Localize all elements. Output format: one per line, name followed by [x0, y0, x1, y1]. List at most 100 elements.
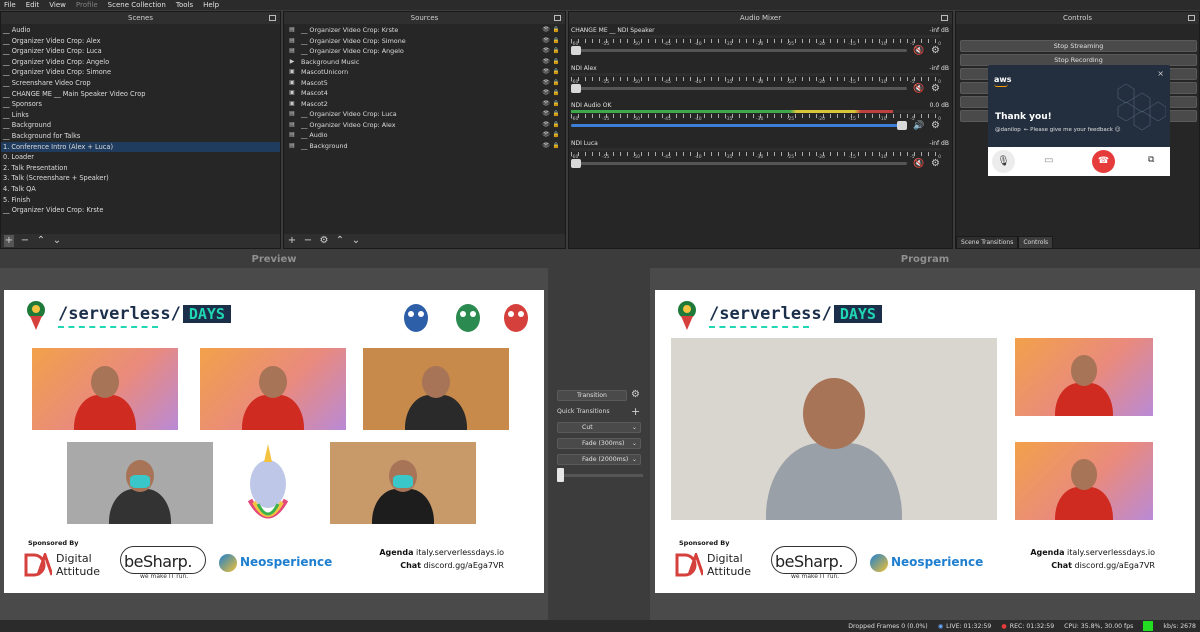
lock-icon[interactable]: 🔒: [551, 130, 561, 141]
volume-slider-handle[interactable]: [571, 158, 581, 168]
scene-item[interactable]: 5. Finish: [1, 195, 280, 206]
source-item[interactable]: ▤ __ Organizer Video Crop: Luca 👁 🔒: [284, 109, 565, 120]
source-item[interactable]: ▤ __ Organizer Video Crop: Simone 👁 🔒: [284, 36, 565, 47]
menu-item-help[interactable]: Help: [203, 0, 219, 10]
source-item[interactable]: ▤ __ Background 👁 🔒: [284, 141, 565, 152]
speaker-icon[interactable]: 🔊: [913, 121, 924, 131]
microphone-icon[interactable]: 🎙: [992, 150, 1015, 173]
remove-scene-icon[interactable]: −: [20, 235, 30, 247]
scene-item[interactable]: __ Background for Talks: [1, 131, 280, 142]
scene-item[interactable]: __ Background: [1, 120, 280, 131]
source-item[interactable]: ▣ Mascot5 👁 🔒: [284, 78, 565, 89]
source-item[interactable]: ▤ __ Organizer Video Crop: Krste 👁 🔒: [284, 25, 565, 36]
scene-item[interactable]: 3. Talk (Screenshare + Speaker): [1, 173, 280, 184]
visibility-eye-icon[interactable]: 👁: [541, 67, 551, 78]
menu-item-edit[interactable]: Edit: [26, 0, 40, 10]
tab-scene-transitions[interactable]: Scene Transitions: [956, 236, 1019, 249]
hang-up-icon[interactable]: ☎: [1092, 150, 1115, 173]
visibility-eye-icon[interactable]: 👁: [541, 88, 551, 99]
remove-source-icon[interactable]: −: [303, 235, 313, 247]
source-item[interactable]: ▣ Mascot2 👁 🔒: [284, 99, 565, 110]
scene-item[interactable]: 1. Conference Intro (Alex + Luca): [1, 141, 280, 153]
gear-icon[interactable]: ⚙: [931, 120, 940, 131]
muted-speaker-icon[interactable]: 🔇: [913, 159, 924, 169]
lock-icon[interactable]: 🔒: [551, 88, 561, 99]
lock-icon[interactable]: 🔒: [551, 141, 561, 152]
gear-icon[interactable]: ⚙: [931, 45, 940, 56]
visibility-eye-icon[interactable]: 👁: [541, 25, 551, 36]
move-down-icon[interactable]: ⌄: [52, 235, 62, 247]
scene-item[interactable]: 4. Talk QA: [1, 184, 280, 195]
undock-icon[interactable]: [269, 15, 276, 21]
lock-icon[interactable]: 🔒: [551, 109, 561, 120]
source-item[interactable]: ▣ MascotUnicorn 👁 🔒: [284, 67, 565, 78]
menu-item-tools[interactable]: Tools: [176, 0, 193, 10]
source-item[interactable]: ▤ __ Organizer Video Crop: Angelo 👁 🔒: [284, 46, 565, 57]
visibility-eye-icon[interactable]: 👁: [541, 36, 551, 47]
visibility-eye-icon[interactable]: 👁: [541, 141, 551, 152]
source-item[interactable]: ▶ Background Music 👁 🔒: [284, 57, 565, 68]
volume-slider[interactable]: [571, 121, 907, 130]
move-up-icon[interactable]: ⌃: [36, 235, 46, 247]
tab-controls[interactable]: Controls: [1018, 236, 1054, 249]
scene-item[interactable]: __ Organizer Video Crop: Luca: [1, 46, 280, 57]
add-transition-icon[interactable]: +: [631, 405, 640, 418]
visibility-eye-icon[interactable]: 👁: [541, 57, 551, 68]
volume-slider[interactable]: [571, 158, 907, 168]
menu-item-profile[interactable]: Profile: [76, 0, 98, 10]
scene-item[interactable]: 0. Loader: [1, 152, 280, 163]
muted-speaker-icon[interactable]: 🔇: [913, 46, 924, 56]
transition-button[interactable]: Transition: [557, 390, 627, 401]
gear-icon[interactable]: ⚙: [931, 83, 940, 94]
source-properties-gear-icon[interactable]: ⚙: [319, 235, 329, 247]
lock-icon[interactable]: 🔒: [551, 46, 561, 57]
scene-item[interactable]: 2. Talk Presentation: [1, 163, 280, 174]
menu-item-scene-collection[interactable]: Scene Collection: [108, 0, 166, 10]
visibility-eye-icon[interactable]: 👁: [541, 120, 551, 131]
lock-icon[interactable]: 🔒: [551, 67, 561, 78]
scene-item[interactable]: __ CHANGE ME __ Main Speaker Video Crop: [1, 89, 280, 100]
source-item[interactable]: ▤ __ Audio 👁 🔒: [284, 130, 565, 141]
menu-item-file[interactable]: File: [4, 0, 16, 10]
gear-icon[interactable]: ⚙: [931, 158, 940, 169]
preview-canvas[interactable]: /serverless/DAYS Sponsored By Digital Attit…: [0, 268, 548, 620]
scene-item[interactable]: __ Sponsors: [1, 99, 280, 110]
volume-slider-handle[interactable]: [897, 121, 907, 130]
close-icon[interactable]: ×: [1157, 69, 1164, 78]
undock-icon[interactable]: [1188, 15, 1195, 21]
quick-transition-0[interactable]: Cut ⌄: [557, 422, 641, 433]
volume-slider-handle[interactable]: [571, 46, 581, 55]
lock-icon[interactable]: 🔒: [551, 120, 561, 131]
volume-slider[interactable]: [571, 46, 907, 55]
scene-item[interactable]: __ Organizer Video Crop: Angelo: [1, 57, 280, 68]
camera-off-icon[interactable]: ▭: [1044, 155, 1053, 166]
share-screen-icon[interactable]: ⧉: [1148, 155, 1154, 165]
lock-icon[interactable]: 🔒: [551, 99, 561, 110]
quick-transition-2[interactable]: Fade (2000ms) ⌄: [557, 454, 641, 465]
source-item[interactable]: ▤ __ Organizer Video Crop: Alex 👁 🔒: [284, 120, 565, 131]
transition-gear-icon[interactable]: ⚙: [631, 389, 640, 400]
lock-icon[interactable]: 🔒: [551, 25, 561, 36]
quick-transition-1[interactable]: Fade (300ms) ⌄: [557, 438, 641, 449]
lock-icon[interactable]: 🔒: [551, 36, 561, 47]
control-button-stop-streaming[interactable]: Stop Streaming: [960, 40, 1197, 52]
visibility-eye-icon[interactable]: 👁: [541, 78, 551, 89]
visibility-eye-icon[interactable]: 👁: [541, 99, 551, 110]
muted-speaker-icon[interactable]: 🔇: [913, 84, 924, 94]
scene-item[interactable]: __ Organizer Video Crop: Krste: [1, 205, 280, 216]
add-scene-icon[interactable]: +: [4, 235, 14, 247]
undock-icon[interactable]: [554, 15, 561, 21]
move-up-icon[interactable]: ⌃: [335, 235, 345, 247]
visibility-eye-icon[interactable]: 👁: [541, 46, 551, 57]
undock-icon[interactable]: [941, 15, 948, 21]
move-down-icon[interactable]: ⌄: [351, 235, 361, 247]
visibility-eye-icon[interactable]: 👁: [541, 109, 551, 120]
scene-item[interactable]: __ Links: [1, 110, 280, 121]
scene-item[interactable]: __ Organizer Video Crop: Simone: [1, 67, 280, 78]
lock-icon[interactable]: 🔒: [551, 57, 561, 68]
scene-item[interactable]: __ Screenshare Video Crop: [1, 78, 280, 89]
add-source-icon[interactable]: +: [287, 235, 297, 247]
t-bar-handle[interactable]: [557, 468, 564, 482]
volume-slider[interactable]: [571, 83, 907, 93]
lock-icon[interactable]: 🔒: [551, 78, 561, 89]
